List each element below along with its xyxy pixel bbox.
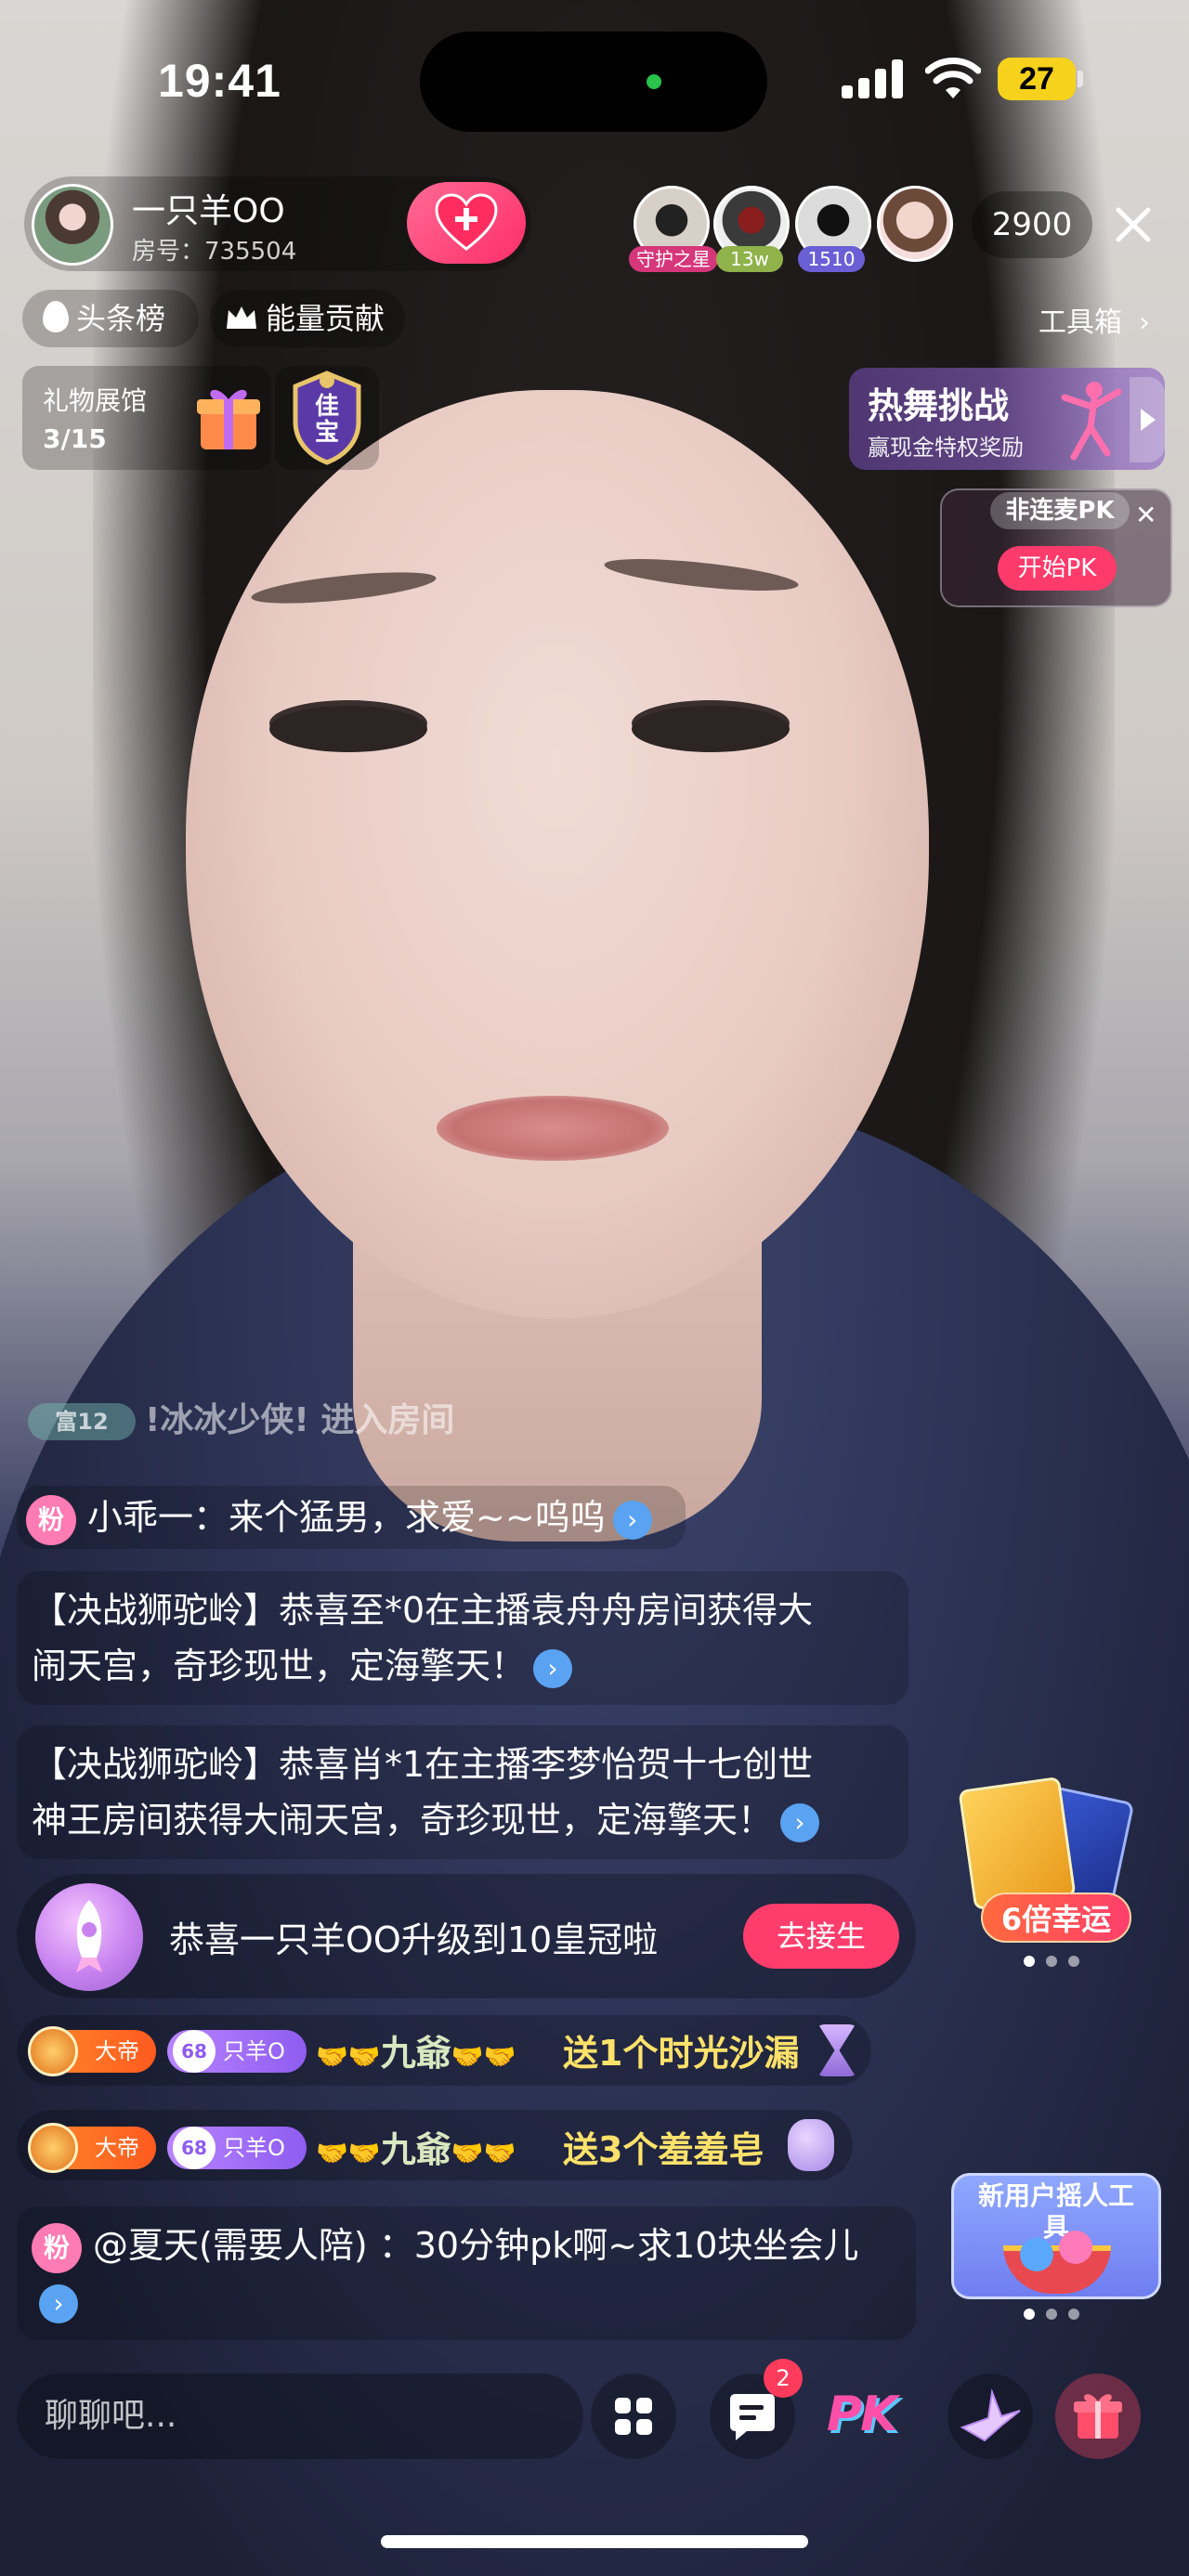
- room-number: 房号：735504: [132, 238, 297, 266]
- grid-icon: [615, 2398, 652, 2435]
- dance-challenge-subtitle: 赢现金特权奖励: [868, 435, 1024, 461]
- emperor-gem-icon: [28, 2026, 78, 2076]
- level-up-text: 恭喜一只羊OO升级到10皇冠啦: [169, 1919, 659, 1960]
- enter-room-text: !冰冰少侠! 进入房间: [145, 1401, 455, 1439]
- dance-banner-arrow[interactable]: [1130, 377, 1165, 462]
- carousel-dots: [1024, 2309, 1079, 2320]
- soap-gift-icon: [788, 2119, 834, 2171]
- fan-level: 68: [173, 2030, 216, 2073]
- wealth-level-badge: 富12: [28, 1403, 136, 1440]
- pk-card-title: 非连麦PK: [990, 492, 1130, 529]
- rocket-icon: [35, 1883, 143, 1991]
- viewer-avatar-2[interactable]: 13w: [713, 186, 790, 272]
- close-icon[interactable]: ✕: [1135, 500, 1156, 530]
- chevron-right-icon[interactable]: ›: [533, 1648, 573, 1688]
- viewer-score-badge: 1510: [798, 246, 865, 272]
- viewer-avatar-3[interactable]: 1510: [795, 186, 871, 272]
- handshake-icon: 🤝🤝: [451, 2138, 516, 2168]
- paper-crane-button[interactable]: [947, 2374, 1033, 2459]
- energy-contribution-chip[interactable]: 能量贡献: [210, 290, 405, 347]
- system-broadcast-message[interactable]: 【决战狮驼岭】恭喜肖*1在主播李梦怡贺十七创世 神王房间获得大闹天宫，奇珍现世，…: [17, 1725, 908, 1859]
- enter-room-notice: 富12 !冰冰少侠! 进入房间: [28, 1393, 454, 1441]
- close-icon[interactable]: [1104, 195, 1163, 254]
- jiabao-badge-text: 佳宝: [314, 393, 339, 447]
- crown-icon: [227, 306, 256, 329]
- wifi-icon: [925, 58, 981, 98]
- sender-name: 🤝🤝九爺🤝🤝: [316, 2024, 516, 2075]
- chat-message[interactable]: 粉小乖一：来个猛男，求爱~~呜呜 ›: [17, 1486, 686, 1549]
- dancer-icon: [1061, 382, 1122, 461]
- heart-plus-icon: [435, 193, 498, 251]
- cellular-signal-icon: [842, 59, 905, 98]
- chevron-right-icon[interactable]: ›: [780, 1802, 820, 1842]
- clock: 19:41: [158, 55, 281, 107]
- paper-crane-icon: [960, 2388, 1021, 2442]
- dance-challenge-title: 热舞挑战: [868, 385, 1010, 426]
- play-arrow-icon: [1141, 409, 1156, 431]
- gift-text: 送1个时光沙漏: [563, 2033, 800, 2074]
- sender-name-text: 九爺: [380, 2129, 451, 2170]
- sender-name-text: 九爺: [380, 2033, 451, 2074]
- chevron-right-icon: ›: [1139, 306, 1150, 339]
- chat-message-text: 小乖一：来个猛男，求爱~~呜呜: [87, 1497, 606, 1538]
- gift-text: 送3个羞羞皂: [563, 2129, 764, 2170]
- follow-button[interactable]: [407, 182, 526, 264]
- headline-rank-chip[interactable]: 头条榜: [22, 290, 199, 347]
- home-indicator[interactable]: [381, 2535, 808, 2548]
- chevron-right-icon[interactable]: ›: [612, 1500, 652, 1540]
- more-apps-button[interactable]: [591, 2374, 676, 2459]
- viewer-avatar-1[interactable]: 守护之星: [629, 186, 718, 272]
- flame-icon: [43, 301, 69, 332]
- ball-icon: [1059, 2231, 1092, 2264]
- broadcast-line-1: 【决战狮驼岭】恭喜至*0在主播袁舟舟房间获得大: [32, 1590, 814, 1631]
- gift-gallery-progress: 3/15: [43, 423, 107, 454]
- start-pk-button[interactable]: 开始PK: [998, 546, 1117, 591]
- card-front-icon: [958, 1776, 1077, 1911]
- handshake-icon: 🤝🤝: [316, 2138, 381, 2168]
- gift-box-icon: [197, 389, 260, 449]
- broadcast-line-2: 神王房间获得大闹天宫，奇珍现世，定海擎天！: [32, 1800, 774, 1841]
- host-avatar[interactable]: [32, 184, 113, 266]
- chat-message-text: @夏天(需要人陪) ：30分钟pk啊~求10块坐会儿: [93, 2225, 859, 2266]
- broadcast-line-1: 【决战狮驼岭】恭喜肖*1在主播李梦怡贺十七创世: [32, 1744, 814, 1785]
- fan-badge: 粉: [26, 1494, 76, 1545]
- camera-indicator-icon: [647, 74, 661, 89]
- viewer-count[interactable]: 2900: [972, 191, 1092, 258]
- fan-badge: 粉: [32, 2222, 82, 2273]
- chat-input[interactable]: 聊聊吧...: [17, 2374, 583, 2459]
- dynamic-island: [420, 32, 767, 132]
- gift-icon: [1074, 2394, 1122, 2439]
- viewer-avatar-4[interactable]: [877, 186, 953, 262]
- emperor-gem-icon: [28, 2123, 78, 2173]
- jiabao-badge[interactable]: 佳宝: [275, 366, 379, 470]
- ball-icon: [1020, 2238, 1053, 2271]
- handshake-icon: 🤝🤝: [451, 2041, 516, 2072]
- pk-button[interactable]: PK: [827, 2387, 897, 2442]
- unread-badge: 2: [764, 2359, 803, 2398]
- guardian-star-badge: 守护之星: [629, 246, 718, 272]
- congratulate-button[interactable]: 去接生: [743, 1904, 899, 1969]
- system-broadcast-message[interactable]: 【决战狮驼岭】恭喜至*0在主播袁舟舟房间获得大 闹天宫，奇珍现世，定海擎天！ ›: [17, 1571, 908, 1705]
- fan-level: 68: [173, 2127, 216, 2169]
- viewer-score-badge: 13w: [716, 246, 783, 272]
- status-bar: 19:41 27: [0, 0, 1189, 158]
- gift-button[interactable]: [1055, 2374, 1141, 2459]
- handshake-icon: 🤝🤝: [316, 2041, 381, 2072]
- battery-indicator: 27: [998, 58, 1076, 100]
- new-user-tool-text: 新用户摇人工具: [977, 2180, 1134, 2243]
- chat-message[interactable]: 粉 @夏天(需要人陪) ：30分钟pk啊~求10块坐会儿 ›: [17, 2206, 916, 2340]
- sender-name: 🤝🤝九爺🤝🤝: [316, 2121, 516, 2172]
- toolbox-link[interactable]: 工具箱: [1039, 299, 1122, 340]
- broadcast-line-2: 闹天宫，奇珍现世，定海擎天！: [32, 1646, 527, 1686]
- carousel-dots: [1024, 1956, 1079, 1967]
- gift-gallery-title: 礼物展馆: [43, 385, 148, 416]
- energy-label: 能量贡献: [266, 301, 385, 336]
- battery-tip: [1078, 71, 1083, 87]
- lucky-multiplier-label: 6倍幸运: [981, 1893, 1131, 1943]
- headline-label: 头条榜: [76, 301, 166, 336]
- chevron-right-icon[interactable]: ›: [39, 2283, 78, 2323]
- host-name: 一只羊OO: [132, 192, 285, 230]
